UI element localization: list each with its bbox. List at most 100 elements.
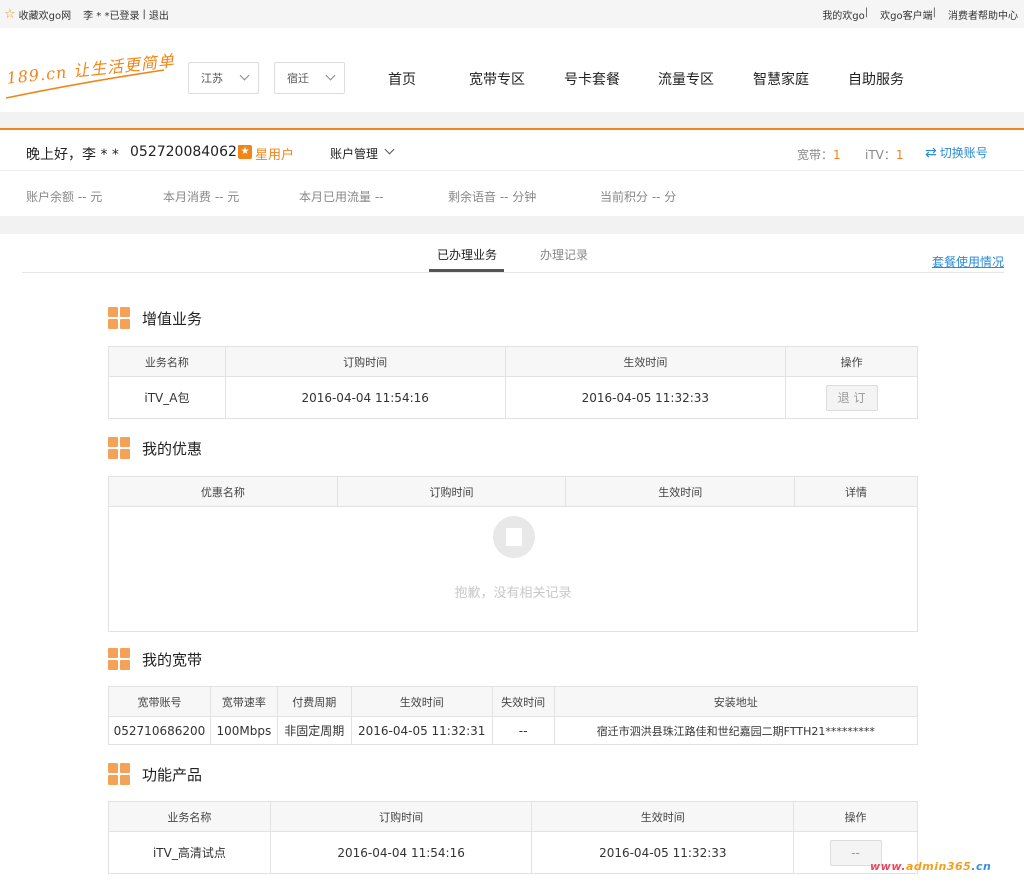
usage-link[interactable]: 套餐使用情况 (932, 253, 1004, 270)
col-header: 优惠名称 (108, 476, 338, 507)
empty-message: 抱歉，没有相关记录 (454, 586, 572, 601)
stat-monthly-spend: 本月消费 -- 元 (163, 190, 240, 204)
value-added-table: 业务名称 订购时间 生效时间 操作 iTV_A包 2016-04-04 11:5… (108, 346, 918, 419)
cell: 100Mbps (209, 716, 278, 745)
section-broadband: 我的宽带 (108, 648, 202, 670)
switch-account-label: 切换账号 (939, 146, 988, 160)
chevron-down-icon[interactable] (384, 144, 395, 155)
province-value: 江苏 (201, 72, 223, 85)
logo[interactable]: 189.cn 让生活更简单 (4, 51, 176, 100)
col-header: 生效时间 (504, 346, 787, 377)
cell: 2016-04-04 11:54:16 (269, 831, 533, 874)
grid-icon (108, 437, 130, 459)
greeting: 晚上好，李 * * (26, 147, 119, 163)
divider: | (864, 7, 869, 18)
logout-link[interactable]: 退出 (149, 7, 169, 22)
section-title: 功能产品 (142, 765, 203, 784)
top-bar: ☆ 收藏欢go网 李 * *已登录 | 退出 我的欢go | 欢go客户端 | … (0, 0, 1024, 28)
account-management-menu[interactable]: 账户管理 (330, 145, 378, 162)
table-row: 052710686200 100Mbps 非固定周期 2016-04-05 11… (108, 716, 919, 745)
star-icon[interactable]: ☆ (4, 8, 16, 21)
divider: | (142, 9, 146, 20)
document-icon (506, 528, 522, 546)
col-header: 生效时间 (350, 686, 493, 717)
switch-account-button[interactable]: ⇄ 切换账号 (925, 144, 988, 161)
section-value-added: 增值业务 (108, 307, 202, 329)
login-status: 李 * *已登录 (83, 11, 140, 22)
stat-points: 当前积分 -- 分 (600, 190, 677, 204)
discounts-table: 优惠名称 订购时间 生效时间 详情 (108, 476, 918, 507)
col-header: 操作 (793, 801, 918, 832)
col-header: 订购时间 (336, 476, 567, 507)
grid-icon (108, 763, 130, 785)
swap-arrows-icon: ⇄ (925, 144, 937, 161)
col-header: 订购时间 (224, 346, 506, 377)
divider: | (932, 7, 936, 18)
table-row: iTV_A包 2016-04-04 11:54:16 2016-04-05 11… (108, 376, 918, 419)
star-user-icon: ★ (238, 145, 252, 159)
broadband-label: 宽带： (797, 148, 834, 162)
col-header: 安装地址 (553, 686, 919, 717)
broadband-count-value: 1 (833, 148, 841, 162)
chevron-down-icon (325, 70, 336, 81)
cell: 2016-04-05 11:32:33 (531, 831, 795, 874)
cell: 2016-04-05 11:32:31 (350, 716, 493, 745)
functions-table: 业务名称 订购时间 生效时间 操作 iTV_高清试点 2016-04-04 11… (108, 801, 918, 874)
nav-plans[interactable]: 号卡套餐 (564, 69, 620, 89)
cell: iTV_高清试点 (108, 831, 271, 874)
cell: 非固定周期 (276, 716, 352, 745)
broadband-count[interactable]: 宽带：1 (797, 146, 841, 163)
divider (22, 272, 1004, 273)
nav-data[interactable]: 流量专区 (658, 69, 714, 89)
col-header: 宽带速率 (209, 686, 278, 717)
itv-count-value: 1 (895, 148, 904, 162)
cell: 052710686200 (108, 716, 211, 745)
stat-balance: 账户余额 -- 元 (26, 190, 103, 204)
star-user-label: 星用户 (255, 148, 295, 163)
province-select[interactable]: 江苏 (188, 62, 259, 94)
my-go-link[interactable]: 我的欢go (822, 7, 864, 22)
broadband-table: 宽带账号 宽带速率 付费周期 生效时间 失效时间 安装地址 0527106862… (108, 686, 919, 745)
section-title: 增值业务 (142, 309, 203, 328)
help-center-link[interactable]: 消费者帮助中心 (948, 7, 1018, 22)
col-header: 宽带账号 (108, 686, 211, 717)
col-header: 详情 (794, 476, 918, 507)
stat-voice-remaining: 剩余语音 -- 分钟 (448, 190, 537, 204)
section-functions: 功能产品 (108, 763, 202, 785)
col-header: 失效时间 (491, 686, 555, 717)
col-header: 付费周期 (276, 686, 352, 717)
col-header: 生效时间 (565, 476, 796, 507)
grid-icon (108, 307, 130, 329)
col-header: 业务名称 (108, 346, 226, 377)
nav-broadband[interactable]: 宽带专区 (469, 69, 525, 89)
col-header: 生效时间 (531, 801, 795, 832)
client-link[interactable]: 欢go客户端 (880, 7, 932, 22)
nav-smart-home[interactable]: 智慧家庭 (753, 69, 809, 89)
tab-records[interactable]: 办理记录 (540, 246, 588, 263)
favorite-link[interactable]: 收藏欢go网 (19, 7, 71, 22)
chevron-down-icon (239, 70, 250, 81)
phone-number: 0527200840627 (130, 144, 246, 160)
tab-active-services[interactable]: 已办理业务 (437, 246, 497, 263)
cell: 2016-04-04 11:54:16 (224, 376, 506, 419)
nav-self-service[interactable]: 自助服务 (848, 69, 904, 89)
cell: -- (491, 716, 555, 745)
stat-data-used: 本月已用流量 -- (299, 190, 384, 204)
grid-icon (108, 648, 130, 670)
city-select[interactable]: 宿迁 (274, 62, 345, 94)
empty-state: 抱歉，没有相关记录 (108, 506, 918, 632)
cell: 退 订 (785, 376, 918, 419)
col-header: 操作 (785, 346, 918, 377)
table-row: iTV_高清试点 2016-04-04 11:54:16 2016-04-05 … (108, 831, 918, 874)
itv-count[interactable]: iTV：1 (865, 146, 904, 163)
section-title: 我的优惠 (142, 439, 203, 458)
cell: 宿迁市泗洪县珠江路佳和世纪嘉园二期FTTH21********* (553, 716, 919, 745)
header: 189.cn 让生活更简单 江苏 宿迁 首页 宽带专区 号卡套餐 流量专区 智慧… (0, 28, 1024, 112)
tab-bar: 已办理业务 办理记录 套餐使用情况 (0, 234, 1024, 274)
nav-home[interactable]: 首页 (388, 69, 416, 89)
unsubscribe-button[interactable]: 退 订 (825, 384, 878, 411)
itv-label: iTV： (865, 148, 896, 162)
cell: iTV_A包 (108, 376, 226, 419)
col-header: 订购时间 (269, 801, 533, 832)
city-value: 宿迁 (287, 72, 309, 85)
